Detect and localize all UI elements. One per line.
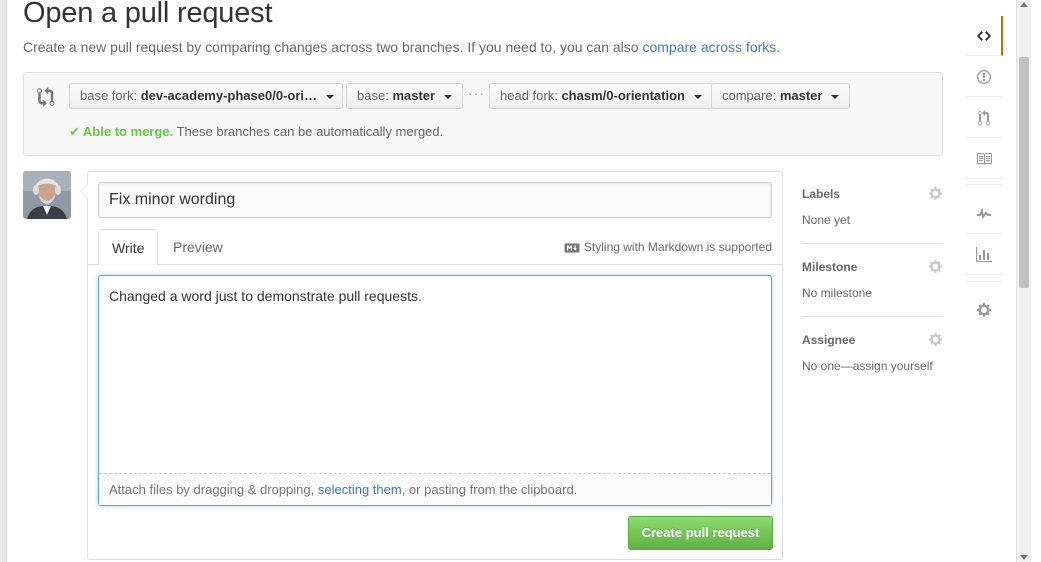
chevron-down-icon — [693, 94, 702, 99]
merge-status-text: These branches can be automatically merg… — [176, 124, 444, 139]
nav-settings[interactable] — [965, 290, 1003, 330]
editor-tabs: Write Preview Styling with Markdown is s… — [88, 229, 782, 266]
nav-separator — [965, 281, 1003, 282]
range-ellipsis: ··· — [468, 85, 485, 101]
vertical-scrollbar[interactable] — [1016, 0, 1031, 562]
head-fork-label: head fork: — [500, 88, 558, 103]
milestone-gear-icon[interactable] — [928, 259, 943, 274]
markdown-icon — [564, 243, 580, 253]
pulse-icon — [977, 207, 991, 220]
sidebar-labels: Labels None yet — [802, 178, 943, 244]
file-attach-bar[interactable]: Attach files by dragging & dropping, sel… — [99, 475, 771, 505]
page-description: Create a new pull request by comparing c… — [23, 39, 780, 55]
labels-gear-icon[interactable] — [928, 186, 943, 201]
nav-pulse[interactable] — [965, 194, 1003, 234]
head-fork-select[interactable]: head fork: chasm/0-orientation — [489, 83, 713, 109]
pull-request-form: Fix minor wording Write Preview Styling … — [80, 171, 783, 560]
nav-pull-requests[interactable] — [965, 98, 1003, 138]
nav-issues[interactable] — [965, 57, 1003, 97]
avatar[interactable] — [23, 171, 71, 219]
attach-suffix: , or pasting from the clipboard. — [401, 482, 578, 497]
chevron-down-icon — [325, 94, 334, 99]
scroll-down-arrow-icon[interactable] — [1020, 555, 1028, 560]
markdown-hint[interactable]: Styling with Markdown is supported — [564, 240, 772, 254]
compare-range-editor: base fork: dev-academy-phase0/0-ori… bas… — [23, 72, 943, 156]
settings-icon — [977, 303, 991, 317]
compare-branch-select[interactable]: compare: master — [711, 83, 851, 109]
pr-body-textarea[interactable]: Changed a word just to demonstrate pull … — [99, 276, 771, 474]
nav-code[interactable] — [965, 16, 1003, 56]
window-right-edge — [1031, 0, 1041, 562]
markdown-hint-text: Styling with Markdown is supported — [583, 240, 772, 254]
repo-nav — [965, 3, 1003, 343]
labels-heading: Labels — [802, 187, 841, 201]
comment-editor: Changed a word just to demonstrate pull … — [98, 275, 772, 506]
window-left-edge — [0, 0, 7, 562]
sidebar-assignee: Assignee No one—assign yourself — [802, 316, 943, 386]
code-icon — [977, 31, 991, 41]
milestone-value: No milestone — [802, 286, 873, 300]
scrollbar-thumb[interactable] — [1019, 57, 1029, 288]
pr-title-input[interactable]: Fix minor wording — [98, 182, 772, 218]
base-fork-select[interactable]: base fork: dev-academy-phase0/0-ori… — [69, 83, 343, 109]
chevron-down-icon — [443, 94, 452, 99]
check-icon: ✔ — [69, 124, 80, 139]
issues-icon — [977, 70, 991, 84]
chevron-down-icon — [831, 94, 840, 99]
base-branch-select[interactable]: base: master — [346, 83, 463, 109]
wiki-icon — [977, 153, 992, 165]
page-description-text: Create a new pull request by comparing c… — [23, 39, 639, 55]
pull-requests-icon — [978, 110, 990, 126]
milestone-heading: Milestone — [802, 260, 858, 274]
scroll-up-arrow-icon[interactable] — [1020, 2, 1028, 7]
base-branch-label: base: — [357, 88, 389, 103]
merge-status: ✔ Able to merge. These branches can be au… — [69, 124, 443, 140]
tab-write[interactable]: Write — [98, 229, 159, 266]
compare-branch-value: master — [779, 88, 823, 103]
graphs-icon — [976, 247, 992, 262]
avatar-portrait — [23, 171, 71, 219]
create-pull-request-button[interactable]: Create pull request — [628, 516, 773, 550]
head-fork-value: chasm/0-orientation — [561, 88, 685, 103]
tab-preview[interactable]: Preview — [160, 229, 236, 266]
labels-value: None yet — [802, 213, 851, 227]
merge-ok-label: Able to merge. — [82, 124, 174, 139]
assignee-gear-icon[interactable] — [928, 332, 943, 347]
sidebar-milestone: Milestone No milestone — [802, 243, 943, 316]
compare-branch-label: compare: — [722, 88, 777, 103]
base-branch-value: master — [392, 88, 436, 103]
assignee-heading: Assignee — [802, 333, 856, 347]
assignee-value[interactable]: No one—assign yourself — [802, 359, 933, 373]
nav-separator — [965, 184, 1003, 185]
select-files-link[interactable]: selecting them — [318, 482, 402, 497]
attach-prefix: Attach files by dragging & dropping, — [109, 482, 315, 497]
nav-graphs[interactable] — [965, 235, 1003, 275]
nav-wiki[interactable] — [965, 139, 1003, 179]
base-fork-label: base fork: — [80, 88, 138, 103]
compare-across-forks-link[interactable]: compare across forks. — [642, 39, 780, 55]
git-compare-icon — [37, 87, 55, 107]
page-title: Open a pull request — [23, 0, 273, 29]
base-fork-value: dev-academy-phase0/0-ori… — [140, 88, 318, 103]
